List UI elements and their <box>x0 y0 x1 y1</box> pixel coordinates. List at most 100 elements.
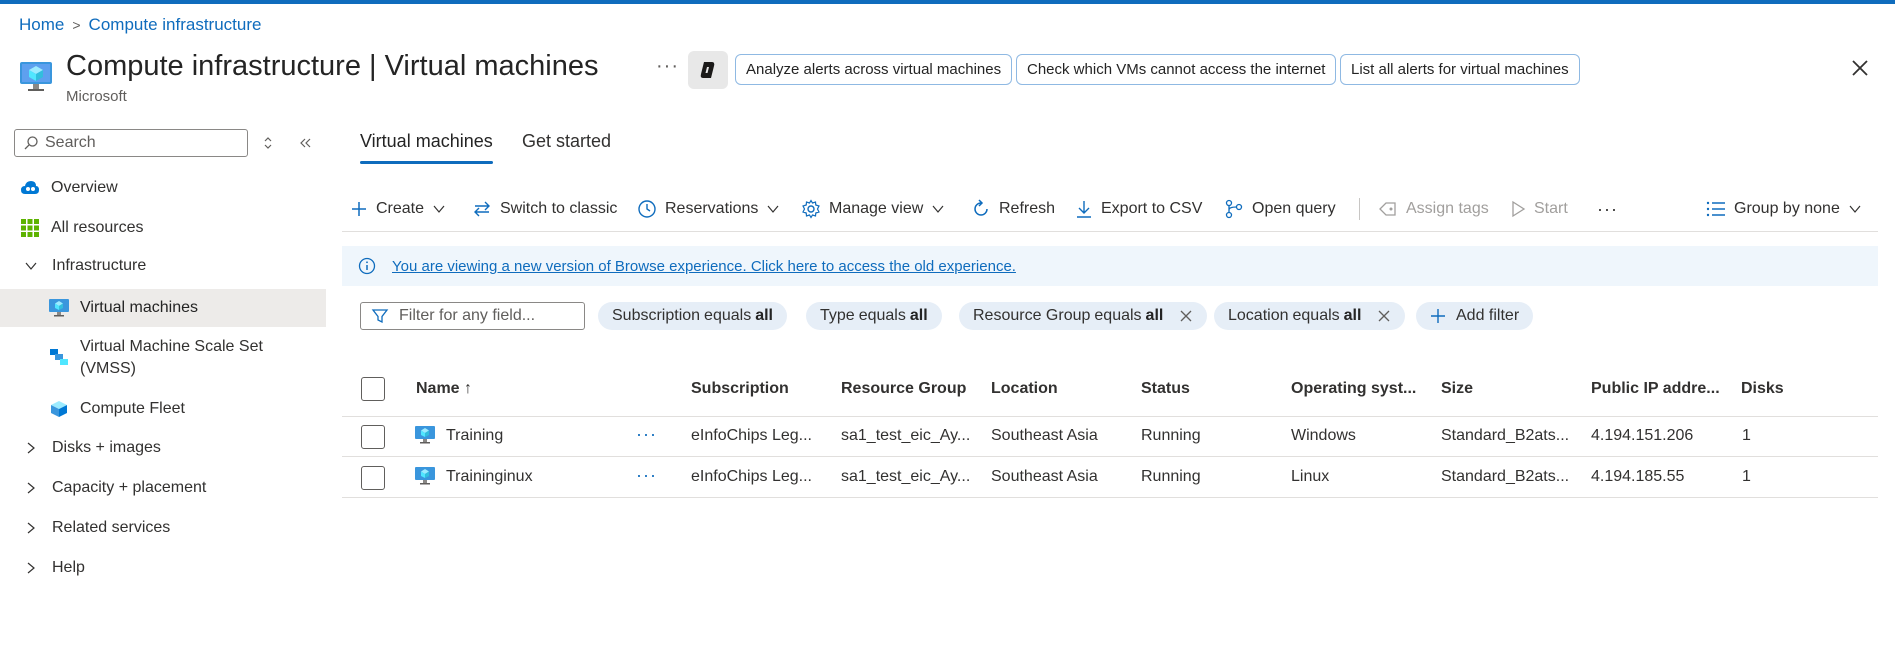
open-query-button[interactable]: Open query <box>1224 197 1336 221</box>
sort-updown-icon[interactable] <box>262 135 274 151</box>
assign-tags-label: Assign tags <box>1406 200 1489 217</box>
sidebar-item-vmss[interactable]: Virtual Machine Scale Set (VMSS) <box>0 336 326 382</box>
sidebar-search-input[interactable] <box>45 134 225 152</box>
sidebar-group-help[interactable]: Help <box>0 550 326 586</box>
old-experience-link[interactable]: You are viewing a new version of Browse … <box>392 258 1016 275</box>
tab-virtual-machines[interactable]: Virtual machines <box>360 131 493 152</box>
copilot-button[interactable] <box>688 51 728 89</box>
row-more-button[interactable]: ··· <box>636 424 657 445</box>
chevron-right-icon: > <box>72 17 81 33</box>
filter-pill-resource-group[interactable]: Resource Group equals all <box>959 302 1208 330</box>
toolbar-separator <box>342 231 1878 232</box>
tab-get-started[interactable]: Get started <box>522 131 611 152</box>
filter-pill-location[interactable]: Location equals all <box>1214 302 1406 330</box>
sidebar-item-label: Overview <box>51 179 118 196</box>
active-tab-indicator <box>360 161 493 164</box>
scale-set-icon <box>48 346 70 368</box>
sidebar-item-overview[interactable]: Overview <box>0 170 326 206</box>
sidebar-item-virtual-machines[interactable]: Virtual machines <box>0 289 326 327</box>
column-header-public-ip[interactable]: Public IP addre... <box>1591 380 1720 398</box>
create-label: Create <box>376 200 425 217</box>
vm-name-link[interactable]: Training <box>446 427 503 445</box>
row-separator <box>342 456 1878 457</box>
chevron-down-icon <box>932 205 944 213</box>
search-icon <box>24 136 38 150</box>
pill-field: Location <box>1228 307 1289 324</box>
select-all-checkbox[interactable] <box>361 377 385 401</box>
add-filter-button[interactable]: Add filter <box>1416 302 1534 330</box>
sidebar-group-disks-images[interactable]: Disks + images <box>0 430 326 466</box>
suggestion-chip-list-alerts[interactable]: List all alerts for virtual machines <box>1340 54 1580 85</box>
overview-icon <box>19 177 41 199</box>
vm-name-link[interactable]: Traininginux <box>446 468 533 486</box>
sidebar-item-compute-fleet[interactable]: Compute Fleet <box>0 391 326 427</box>
filter-pill-type[interactable]: Type equals all <box>806 302 942 330</box>
refresh-icon <box>974 199 988 216</box>
sidebar-item-all-resources[interactable]: All resources <box>0 210 326 246</box>
row-more-button[interactable]: ··· <box>636 465 657 486</box>
sidebar-item-label: Virtual machines <box>80 299 198 316</box>
filter-icon <box>371 309 389 324</box>
subscription-link[interactable]: eInfoChips Leg... <box>691 427 812 445</box>
chevron-down-icon <box>1849 205 1861 213</box>
column-header-location[interactable]: Location <box>991 380 1058 398</box>
group-by-button[interactable]: Group by none <box>1706 197 1862 221</box>
start-button[interactable]: Start <box>1510 197 1568 221</box>
close-icon[interactable] <box>1848 56 1872 80</box>
pill-op: equals <box>858 307 906 324</box>
row-checkbox[interactable] <box>361 466 385 490</box>
column-header-size[interactable]: Size <box>1441 380 1473 398</box>
toolbar-more-button[interactable]: ··· <box>1597 197 1618 221</box>
pill-field: Type <box>820 307 855 324</box>
sidebar-item-label: Virtual Machine Scale Set (VMSS) <box>80 336 263 380</box>
column-header-resource-group[interactable]: Resource Group <box>841 380 966 398</box>
sidebar-group-related-services[interactable]: Related services <box>0 510 326 546</box>
export-csv-button[interactable]: Export to CSV <box>1075 197 1202 221</box>
os-cell: Linux <box>1291 468 1330 485</box>
toolbar-divider <box>1359 198 1360 220</box>
sidebar-group-infrastructure[interactable]: Infrastructure <box>0 248 326 284</box>
page-title: Compute infrastructure | Virtual machine… <box>66 50 599 82</box>
manage-view-button[interactable]: Manage view <box>801 197 945 221</box>
remove-filter-icon[interactable] <box>1377 309 1391 323</box>
collapse-sidebar-icon[interactable] <box>298 135 312 151</box>
create-button[interactable]: Create <box>350 197 446 221</box>
reservations-button[interactable]: Reservations <box>637 197 780 221</box>
row-checkbox[interactable] <box>361 425 385 449</box>
plus-icon <box>352 202 366 216</box>
filter-input[interactable] <box>399 307 569 325</box>
column-header-name[interactable]: Name ↑ <box>416 380 472 398</box>
breadcrumb-home-link[interactable]: Home <box>19 15 64 35</box>
assign-tags-button[interactable]: Assign tags <box>1378 197 1489 221</box>
suggestion-chip-check-internet[interactable]: Check which VMs cannot access the intern… <box>1016 54 1337 85</box>
disks-cell: 1 <box>1742 427 1751 444</box>
subscription-link[interactable]: eInfoChips Leg... <box>691 468 812 486</box>
start-label: Start <box>1534 200 1568 217</box>
refresh-label: Refresh <box>999 200 1056 217</box>
resource-group-link[interactable]: sa1_test_eic_Ay... <box>841 427 970 445</box>
switch-to-classic-button[interactable]: Switch to classic <box>472 197 617 221</box>
download-icon <box>1077 201 1091 218</box>
breadcrumb: Home > Compute infrastructure <box>19 15 261 35</box>
sidebar-item-label: All resources <box>51 219 144 236</box>
virtual-machine-icon <box>20 62 52 91</box>
more-options-button[interactable]: ··· <box>656 55 679 78</box>
remove-filter-icon[interactable] <box>1179 309 1193 323</box>
suggestion-chip-analyze-alerts[interactable]: Analyze alerts across virtual machines <box>735 54 1013 85</box>
column-header-os[interactable]: Operating syst... <box>1291 380 1416 398</box>
public-ip-cell: 4.194.185.55 <box>1591 468 1685 485</box>
filter-field[interactable] <box>360 302 585 330</box>
column-header-subscription[interactable]: Subscription <box>691 380 789 398</box>
refresh-button[interactable]: Refresh <box>971 197 1055 221</box>
sidebar-search[interactable] <box>14 129 248 157</box>
resource-group-link[interactable]: sa1_test_eic_Ay... <box>841 468 970 486</box>
breadcrumb-current-link[interactable]: Compute infrastructure <box>89 15 262 35</box>
column-header-status[interactable]: Status <box>1141 380 1190 398</box>
group-by-label: Group by none <box>1734 200 1840 217</box>
list-icon <box>1706 201 1725 217</box>
sidebar-group-capacity-placement[interactable]: Capacity + placement <box>0 470 326 506</box>
column-header-disks[interactable]: Disks <box>1741 380 1784 398</box>
size-cell: Standard_B2ats... <box>1441 427 1570 444</box>
filter-pill-subscription[interactable]: Subscription equals all <box>598 302 787 330</box>
chevron-right-icon <box>20 517 42 539</box>
